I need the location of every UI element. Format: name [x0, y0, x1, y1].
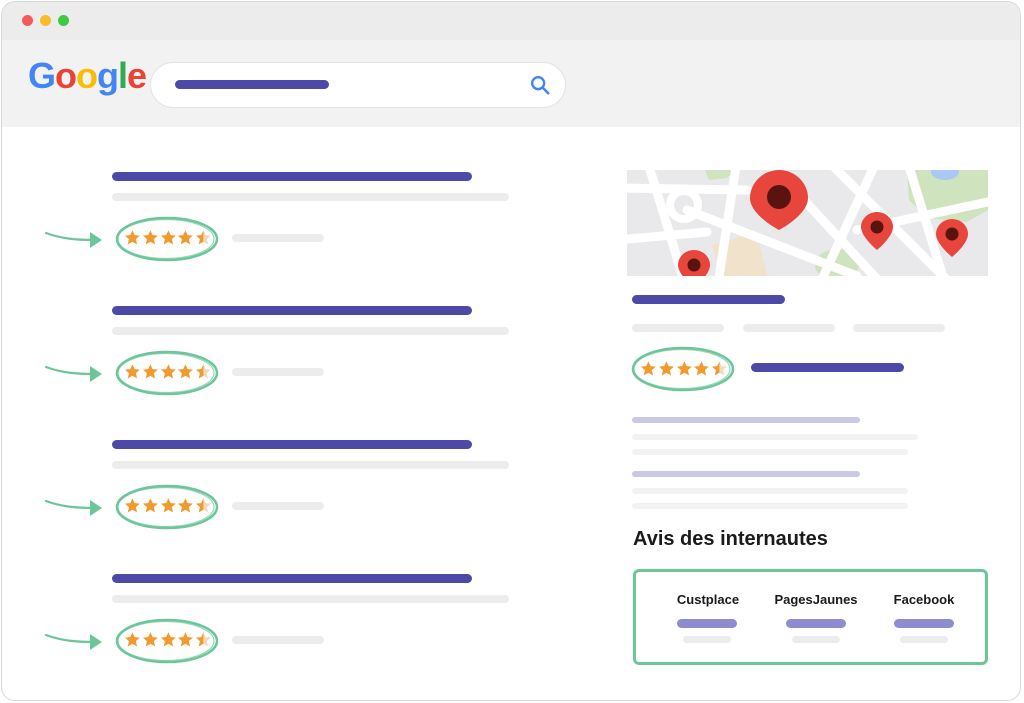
search-query-placeholder-bar: [175, 80, 329, 89]
text-line-bar: [632, 434, 918, 440]
logo-letter: g: [97, 55, 119, 96]
star-icon: [196, 230, 211, 245]
review-source-bar: [894, 619, 954, 628]
star-icon: [160, 230, 176, 245]
search-header: Google: [2, 40, 1020, 127]
star-icon: [125, 632, 140, 647]
search-icon[interactable]: [529, 74, 551, 96]
review-source-bar: [792, 636, 840, 643]
star-icon: [676, 361, 692, 376]
star-icon: [658, 361, 674, 376]
minimize-window-button[interactable]: [40, 15, 51, 26]
logo-letter: l: [118, 55, 128, 96]
star-icon: [178, 632, 194, 647]
title-bar: [2, 2, 1020, 40]
star-icon: [178, 230, 194, 245]
star-icon: [142, 498, 158, 513]
logo-letter: e: [127, 55, 147, 96]
result-meta-bar: [232, 502, 324, 510]
star-icon: [142, 632, 158, 647]
logo-letter: o: [76, 55, 98, 96]
star-icon: [125, 364, 140, 379]
search-input[interactable]: [150, 62, 566, 108]
review-source-bar: [786, 619, 846, 628]
result-title-bar[interactable]: [112, 440, 472, 449]
star-icon: [142, 230, 158, 245]
arrow-icon: [44, 365, 102, 382]
review-source-bar: [677, 619, 737, 628]
place-name-bar: [632, 295, 785, 304]
star-icon: [178, 364, 194, 379]
review-source-bar: [683, 636, 731, 643]
browser-window: Google Avis des internautes Custplace Pa…: [1, 1, 1021, 701]
arrow-icon: [44, 499, 102, 516]
arrow-icon: [44, 633, 102, 650]
review-source-facebook[interactable]: Facebook: [874, 592, 974, 607]
place-category-bar: [751, 363, 904, 372]
reviews-heading: Avis des internautes: [633, 528, 828, 550]
place-info-bar: [632, 324, 724, 332]
logo-letter: o: [55, 55, 77, 96]
result-meta-bar: [232, 234, 324, 242]
star-icon: [196, 498, 211, 513]
star-icon: [125, 230, 140, 245]
star-rating: [640, 360, 728, 378]
star-icon: [142, 364, 158, 379]
maximize-window-button[interactable]: [58, 15, 69, 26]
map-preview[interactable]: [627, 170, 988, 276]
review-source-bar: [900, 636, 948, 643]
star-icon: [160, 364, 176, 379]
result-snippet-bar: [112, 193, 509, 201]
star-rating: [124, 229, 212, 247]
arrow-icon: [44, 231, 102, 248]
star-icon: [694, 361, 710, 376]
star-icon: [712, 361, 727, 376]
review-source-pagesjaunes[interactable]: PagesJaunes: [766, 592, 866, 607]
result-title-bar[interactable]: [112, 306, 472, 315]
text-line-bar: [632, 417, 860, 423]
result-snippet-bar: [112, 461, 509, 469]
result-title-bar[interactable]: [112, 172, 472, 181]
result-title-bar[interactable]: [112, 574, 472, 583]
text-line-bar: [632, 449, 908, 455]
result-snippet-bar: [112, 595, 509, 603]
google-logo[interactable]: Google: [28, 55, 147, 96]
star-icon: [178, 498, 194, 513]
logo-letter: G: [28, 55, 56, 96]
star-rating: [124, 497, 212, 515]
text-line-bar: [632, 503, 908, 509]
review-sources-box: Custplace PagesJaunes Facebook: [633, 569, 988, 665]
star-icon: [160, 498, 176, 513]
text-line-bar: [632, 488, 908, 494]
review-source-custplace[interactable]: Custplace: [658, 592, 758, 607]
star-icon: [196, 632, 211, 647]
result-snippet-bar: [112, 327, 509, 335]
star-icon: [125, 498, 140, 513]
star-icon: [641, 361, 656, 376]
star-icon: [196, 364, 211, 379]
close-window-button[interactable]: [22, 15, 33, 26]
star-rating: [124, 363, 212, 381]
star-rating: [124, 631, 212, 649]
result-meta-bar: [232, 368, 324, 376]
text-line-bar: [632, 471, 860, 477]
place-info-bar: [853, 324, 945, 332]
star-icon: [160, 632, 176, 647]
result-meta-bar: [232, 636, 324, 644]
place-info-bar: [743, 324, 835, 332]
